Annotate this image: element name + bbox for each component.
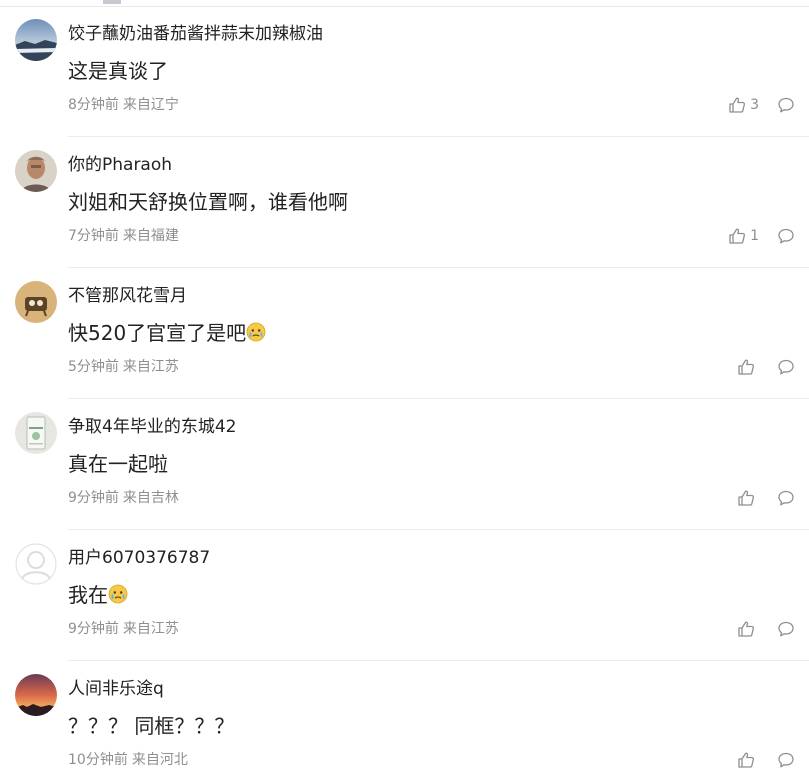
like-button[interactable]: [737, 358, 759, 376]
comment-location: 来自江苏: [122, 359, 179, 375]
crying-emoji: [246, 322, 266, 342]
comment-bubble-icon: [778, 97, 794, 113]
reply-button[interactable]: [777, 96, 795, 114]
comment-meta: 9分钟前 来自江苏: [68, 619, 179, 639]
comment-item: 不管那风花雪月 快520了官宣了是吧 5分钟前 来自江苏: [0, 268, 809, 399]
comment-username[interactable]: 饺子蘸奶油番茄酱拌蒜末加辣椒油: [68, 23, 323, 45]
landscape-avatar[interactable]: [15, 19, 57, 61]
tab-indicator: [103, 0, 121, 4]
thumbs-up-icon: [729, 97, 746, 113]
comment-meta: 5分钟前 来自江苏: [68, 357, 179, 377]
comment-actions: [737, 619, 795, 639]
comment-item: 争取4年毕业的东城42 真在一起啦 9分钟前 来自吉林: [0, 399, 809, 530]
comment-item: 你的Pharaoh 刘姐和天舒换位置啊，谁看他啊 7分钟前 来自福建 1: [0, 137, 809, 268]
like-button[interactable]: 3: [728, 96, 759, 114]
comment-text-content: 快520了官宣了是吧: [68, 321, 247, 345]
crying-emoji: [108, 584, 128, 604]
comment-item: 用户6070376787 我在 9分钟前 来自江苏: [0, 530, 809, 661]
thumbs-up-icon: [738, 621, 755, 637]
like-button[interactable]: [737, 620, 759, 638]
comment-actions: 3: [728, 95, 795, 115]
reply-button[interactable]: [777, 227, 795, 245]
thumbs-up-icon: [738, 359, 755, 375]
comment-meta: 9分钟前 来自吉林: [68, 488, 179, 508]
comment-text-content: 我在: [68, 583, 108, 607]
comment-time: 5分钟前: [68, 359, 119, 375]
reply-button[interactable]: [777, 751, 795, 769]
comment-meta: 10分钟前 来自河北: [68, 750, 188, 770]
comment-time: 9分钟前: [68, 490, 119, 506]
comment-text: 真在一起啦: [68, 452, 168, 476]
comment-item: 饺子蘸奶油番茄酱拌蒜末加辣椒油 这是真谈了 8分钟前 来自辽宁 3: [0, 6, 809, 137]
comment-bubble-icon: [778, 228, 794, 244]
comment-time: 8分钟前: [68, 97, 119, 113]
comment-username[interactable]: 你的Pharaoh: [68, 154, 172, 176]
comment-bubble-icon: [778, 359, 794, 375]
thumbs-up-icon: [738, 752, 755, 768]
comment-bubble-icon: [778, 752, 794, 768]
product-box-avatar[interactable]: [15, 412, 57, 454]
thumbs-up-icon: [738, 490, 755, 506]
comment-actions: [737, 488, 795, 508]
comment-username[interactable]: 不管那风花雪月: [68, 285, 187, 307]
comment-time: 9分钟前: [68, 621, 119, 637]
comment-location: 来自吉林: [122, 490, 179, 506]
comment-text: 这是真谈了: [68, 59, 168, 83]
comment-actions: 1: [728, 226, 795, 246]
comment-username[interactable]: 争取4年毕业的东城42: [68, 416, 236, 438]
sunset-avatar[interactable]: [15, 674, 57, 716]
comment-meta: 8分钟前 来自辽宁: [68, 95, 179, 115]
person-avatar[interactable]: [15, 150, 57, 192]
comment-item: 人间非乐途q ？？？ 同框？？？ 10分钟前 来自河北: [0, 661, 809, 781]
comment-text: 我在: [68, 581, 128, 609]
reply-button[interactable]: [777, 620, 795, 638]
like-button[interactable]: 1: [728, 227, 759, 245]
comment-location: 来自辽宁: [122, 97, 179, 113]
comment-actions: [737, 357, 795, 377]
like-count: 1: [750, 228, 759, 244]
reply-button[interactable]: [777, 489, 795, 507]
like-button[interactable]: [737, 751, 759, 769]
comment-username[interactable]: 人间非乐途q: [68, 678, 164, 700]
reply-button[interactable]: [777, 358, 795, 376]
comment-username[interactable]: 用户6070376787: [68, 547, 210, 569]
comment-time: 7分钟前: [68, 228, 119, 244]
comment-actions: [737, 750, 795, 770]
default-user-avatar[interactable]: [15, 543, 57, 585]
comment-time: 10分钟前: [68, 752, 128, 768]
comment-meta: 7分钟前 来自福建: [68, 226, 179, 246]
like-count: 3: [750, 97, 759, 113]
like-button[interactable]: [737, 489, 759, 507]
comment-bubble-icon: [778, 490, 794, 506]
comment-list-page: 饺子蘸奶油番茄酱拌蒜末加辣椒油 这是真谈了 8分钟前 来自辽宁 3 你的Phar…: [0, 0, 809, 781]
cartoon-avatar[interactable]: [15, 281, 57, 323]
thumbs-up-icon: [729, 228, 746, 244]
comment-location: 来自福建: [122, 228, 179, 244]
comment-bubble-icon: [778, 621, 794, 637]
comment-location: 来自河北: [131, 752, 188, 768]
comment-text: ？？？ 同框？？？: [68, 714, 235, 738]
comment-text: 快520了官宣了是吧: [68, 319, 266, 347]
comment-text: 刘姐和天舒换位置啊，谁看他啊: [68, 190, 348, 214]
comment-location: 来自江苏: [122, 621, 179, 637]
